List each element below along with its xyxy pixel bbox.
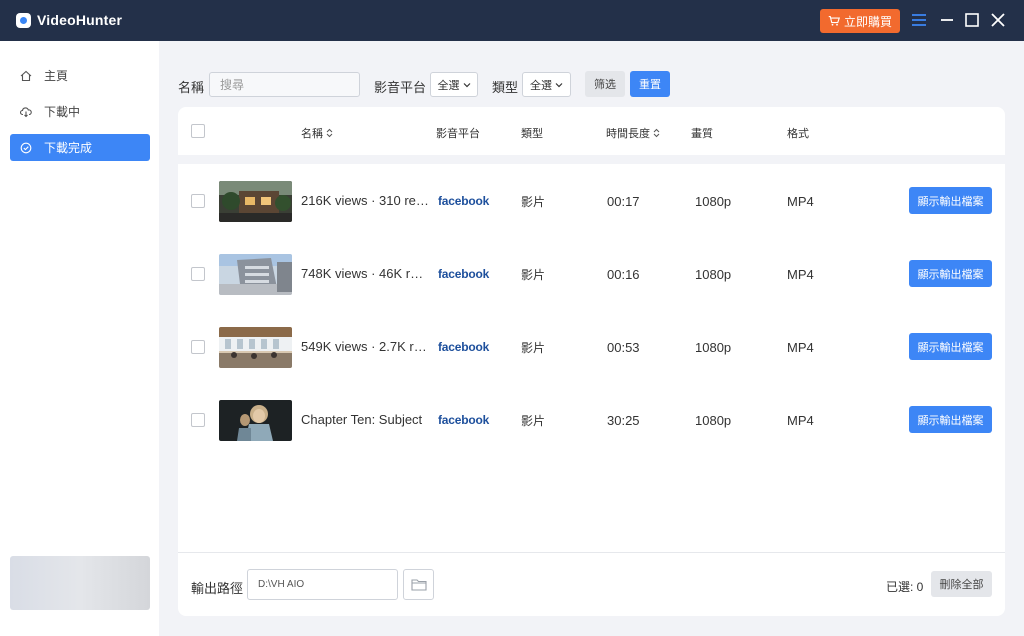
video-title: 216K views · 310 reactions xyxy=(301,193,429,208)
platform-select-value: 全選 xyxy=(437,79,460,92)
duration-value: 00:53 xyxy=(607,339,640,355)
sidebar: 主頁 下載中 下載完成 xyxy=(0,41,159,636)
table-row[interactable]: 748K views · 46K reactions facebook 影片 0… xyxy=(178,244,1005,304)
check-circle-icon xyxy=(20,142,32,154)
sidebar-item-downloading[interactable]: 下載中 xyxy=(10,98,150,125)
row-checkbox[interactable] xyxy=(191,340,205,354)
duration-value: 30:25 xyxy=(607,412,640,428)
select-all-checkbox[interactable] xyxy=(191,124,205,138)
column-header-quality: 畫質 xyxy=(691,128,713,140)
video-title: 748K views · 46K reactions xyxy=(301,266,429,281)
column-header-format: 格式 xyxy=(787,128,809,140)
platform-value: facebook xyxy=(438,267,490,281)
type-filter-label: 類型 xyxy=(492,80,519,95)
platform-value: facebook xyxy=(438,194,490,208)
maximize-icon[interactable] xyxy=(963,11,981,29)
platform-value: facebook xyxy=(438,413,490,427)
minimize-icon[interactable] xyxy=(938,11,956,29)
column-header-platform: 影音平台 xyxy=(436,128,480,140)
platform-value: facebook xyxy=(438,340,490,354)
table-row[interactable]: 549K views · 2.7K reactions facebook 影片 … xyxy=(178,317,1005,377)
cart-icon xyxy=(828,15,840,26)
table-row[interactable]: 216K views · 310 reactions facebook 影片 0… xyxy=(178,171,1005,231)
folder-icon xyxy=(410,579,427,591)
promo-banner[interactable] xyxy=(10,556,150,610)
search-input[interactable] xyxy=(209,72,360,97)
output-path-label: 輸出路徑 xyxy=(191,581,244,596)
footer-divider xyxy=(178,552,1005,553)
sort-icon xyxy=(326,128,333,138)
video-thumbnail xyxy=(219,327,292,368)
app-logo-icon xyxy=(16,13,31,28)
chevron-down-icon xyxy=(555,82,563,87)
platform-filter-label: 影音平台 xyxy=(374,80,427,95)
row-checkbox[interactable] xyxy=(191,267,205,281)
sidebar-item-completed[interactable]: 下載完成 xyxy=(10,134,150,161)
row-checkbox[interactable] xyxy=(191,194,205,208)
quality-value: 1080p xyxy=(695,339,732,355)
quality-value: 1080p xyxy=(695,412,732,428)
video-thumbnail xyxy=(219,400,292,441)
format-value: MP4 xyxy=(787,266,814,282)
output-path-value: D:\VH AIO xyxy=(258,579,305,590)
type-value: 影片 xyxy=(521,267,546,282)
name-filter-label: 名稱 xyxy=(178,80,205,95)
row-checkbox[interactable] xyxy=(191,413,205,427)
filter-button[interactable]: 筛选 xyxy=(585,71,625,97)
type-value: 影片 xyxy=(521,340,546,355)
quality-value: 1080p xyxy=(695,193,732,209)
selected-count: 已選: 0 xyxy=(886,580,924,594)
sort-icon xyxy=(653,128,660,138)
platform-select[interactable]: 全選 xyxy=(430,72,478,97)
sidebar-item-label: 下載中 xyxy=(44,105,81,119)
quality-value: 1080p xyxy=(695,266,732,282)
duration-value: 00:17 xyxy=(607,193,640,209)
column-header-type: 類型 xyxy=(521,128,543,140)
title-bar: VideoHunter 立即購買 xyxy=(0,0,1024,41)
header-divider xyxy=(178,155,1005,164)
output-path-field[interactable]: D:\VH AIO xyxy=(247,569,398,600)
menu-icon[interactable] xyxy=(910,11,928,29)
table-row[interactable]: Chapter Ten: Subject facebook 影片 30:25 1… xyxy=(178,390,1005,450)
column-header-duration[interactable]: 時間長度 xyxy=(606,125,660,141)
type-select-value: 全選 xyxy=(530,79,552,92)
type-value: 影片 xyxy=(521,413,546,428)
video-thumbnail xyxy=(219,254,292,295)
app-title: VideoHunter xyxy=(37,12,123,28)
column-header-label: 名稱 xyxy=(301,128,323,140)
type-select[interactable]: 全選 xyxy=(522,72,571,97)
video-title: 549K views · 2.7K reactions xyxy=(301,339,429,354)
duration-value: 00:16 xyxy=(607,266,640,282)
type-value: 影片 xyxy=(521,194,546,209)
browse-folder-button[interactable] xyxy=(403,569,434,600)
video-title: Chapter Ten: Subject xyxy=(301,412,423,427)
close-icon[interactable] xyxy=(989,11,1007,29)
delete-all-button[interactable]: 刪除全部 xyxy=(931,571,992,597)
show-output-file-button[interactable]: 顯示輸出檔案 xyxy=(909,260,992,287)
sidebar-item-home[interactable]: 主頁 xyxy=(10,62,150,89)
buy-now-button[interactable]: 立即購買 xyxy=(820,9,900,33)
column-header-label: 時間長度 xyxy=(606,128,650,140)
chevron-down-icon xyxy=(463,82,470,87)
show-output-file-button[interactable]: 顯示輸出檔案 xyxy=(909,187,992,214)
home-icon xyxy=(20,70,32,82)
video-thumbnail xyxy=(219,181,292,222)
reset-button[interactable]: 重置 xyxy=(630,71,670,97)
buy-now-label: 立即購買 xyxy=(843,14,892,29)
sidebar-item-label: 下載完成 xyxy=(44,141,93,155)
column-header-name[interactable]: 名稱 xyxy=(301,125,333,141)
sidebar-item-label: 主頁 xyxy=(44,69,69,83)
show-output-file-button[interactable]: 顯示輸出檔案 xyxy=(909,406,992,433)
format-value: MP4 xyxy=(787,339,814,355)
cloud-download-icon xyxy=(20,106,32,118)
show-output-file-button[interactable]: 顯示輸出檔案 xyxy=(909,333,992,360)
format-value: MP4 xyxy=(787,412,814,428)
format-value: MP4 xyxy=(787,193,814,209)
